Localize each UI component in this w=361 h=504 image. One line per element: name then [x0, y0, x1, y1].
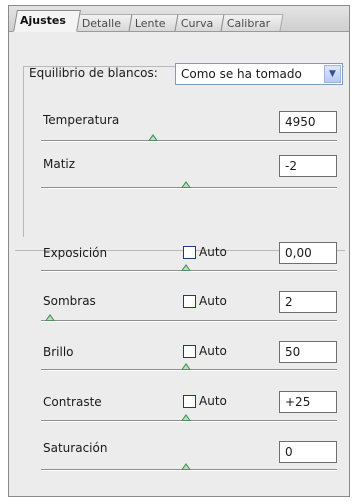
white-balance-select[interactable]: Como se ha tomado ▼: [175, 63, 343, 85]
temperatura-slider-track[interactable]: [41, 140, 337, 142]
matiz-slider-thumb[interactable]: [181, 181, 192, 188]
exposicion-auto-checkbox[interactable]: [183, 246, 196, 259]
sombras-label: Sombras: [43, 294, 96, 308]
white-balance-group: [23, 66, 344, 237]
brillo-auto-label[interactable]: Auto: [199, 344, 227, 358]
tab-lente[interactable]: Lente: [128, 14, 180, 31]
matiz-label: Matiz: [43, 157, 76, 171]
contraste-field[interactable]: +25: [279, 391, 337, 413]
white-balance-value: Como se ha tomado: [181, 67, 302, 81]
white-balance-label: Equilibrio de blancos:: [29, 66, 158, 80]
temperatura-slider-thumb[interactable]: [148, 134, 159, 141]
saturacion-label: Saturación: [43, 441, 108, 455]
exposicion-label: Exposición: [43, 246, 108, 260]
chevron-down-icon[interactable]: ▼: [324, 65, 341, 83]
tab-detalle[interactable]: Detalle: [75, 14, 134, 31]
contraste-auto-label[interactable]: Auto: [199, 394, 227, 408]
brillo-field[interactable]: 50: [279, 341, 337, 363]
saturacion-slider-thumb[interactable]: [181, 463, 192, 470]
exposicion-auto-label[interactable]: Auto: [199, 245, 227, 259]
contraste-slider-thumb[interactable]: [181, 414, 192, 421]
contraste-auto-checkbox[interactable]: [183, 395, 196, 408]
sombras-auto-checkbox[interactable]: [183, 295, 196, 308]
brillo-label: Brillo: [43, 345, 74, 359]
settings-panel: Ajustes Detalle Lente Curva Calibrar Equ…: [8, 5, 350, 497]
sombras-field[interactable]: 2: [279, 291, 337, 313]
sombras-auto-label[interactable]: Auto: [199, 294, 227, 308]
temperatura-label: Temperatura: [43, 113, 120, 127]
brillo-auto-checkbox[interactable]: [183, 345, 196, 358]
tab-calibrar[interactable]: Calibrar: [220, 14, 284, 31]
exposicion-slider-thumb[interactable]: [181, 264, 192, 271]
tab-ajustes[interactable]: Ajustes: [13, 10, 81, 32]
ajustes-content: Equilibrio de blancos: Como se ha tomado…: [15, 38, 345, 482]
tab-strip: Ajustes Detalle Lente Curva Calibrar: [9, 6, 349, 32]
brillo-slider-thumb[interactable]: [181, 363, 192, 370]
sombras-slider-track[interactable]: [41, 320, 337, 322]
tab-curva[interactable]: Curva: [174, 14, 226, 31]
matiz-field[interactable]: -2: [279, 155, 337, 177]
sombras-slider-thumb[interactable]: [44, 314, 55, 321]
contraste-label: Contraste: [43, 395, 102, 409]
saturacion-field[interactable]: 0: [279, 441, 337, 463]
exposicion-field[interactable]: 0,00: [279, 242, 337, 264]
temperatura-field[interactable]: 4950: [279, 111, 337, 133]
